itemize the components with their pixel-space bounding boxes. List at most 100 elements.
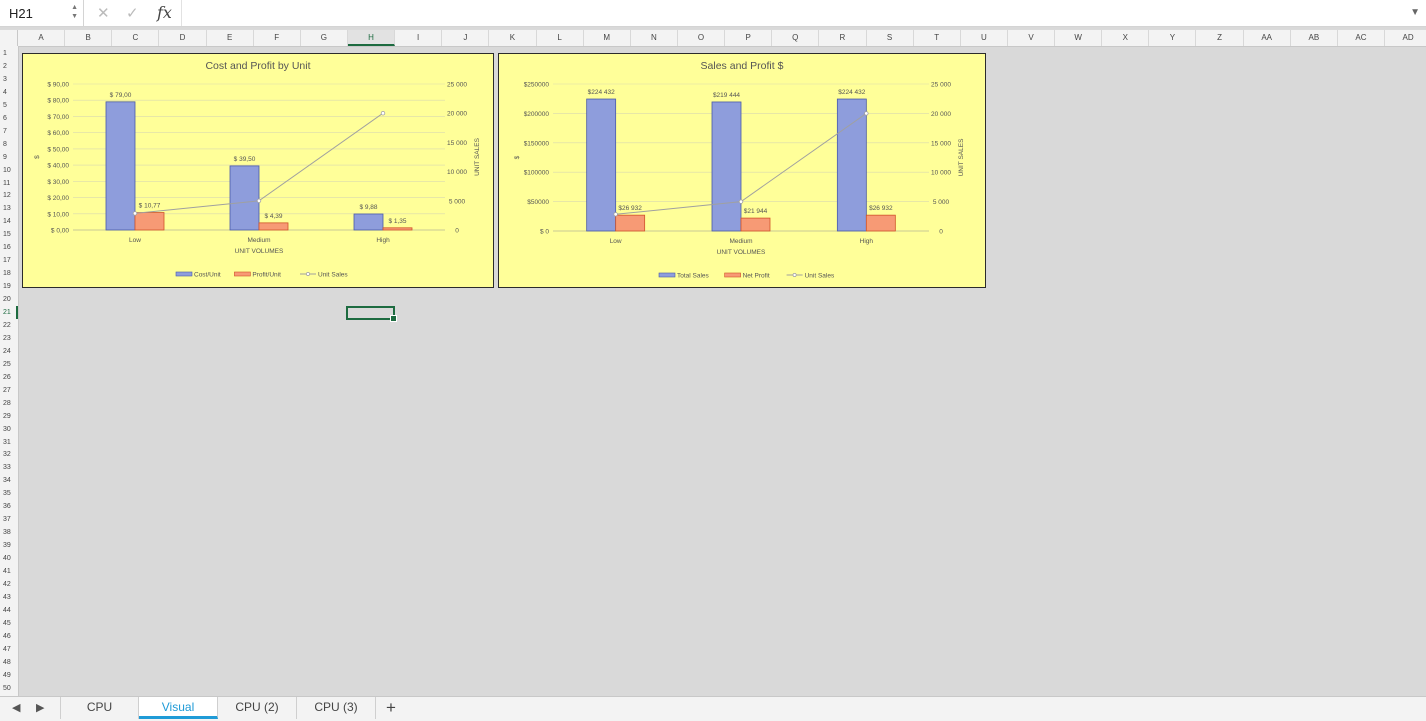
column-header-h[interactable]: H (347, 30, 396, 46)
row-header-17[interactable]: 17 (0, 254, 18, 267)
row-header-33[interactable]: 33 (0, 461, 18, 474)
row-header-30[interactable]: 30 (0, 423, 18, 436)
row-header-31[interactable]: 31 (0, 436, 18, 449)
column-header-v[interactable]: V (1008, 30, 1056, 46)
column-header-s[interactable]: S (867, 30, 914, 46)
column-header-p[interactable]: P (725, 30, 773, 46)
column-header-o[interactable]: O (678, 30, 726, 46)
column-header-q[interactable]: Q (772, 30, 820, 46)
row-header-41[interactable]: 41 (0, 565, 18, 578)
row-header-49[interactable]: 49 (0, 669, 18, 682)
row-header-15[interactable]: 15 (0, 228, 18, 241)
row-header-26[interactable]: 26 (0, 371, 18, 384)
row-header-19[interactable]: 19 (0, 280, 18, 293)
row-header-22[interactable]: 22 (0, 319, 18, 332)
row-header-7[interactable]: 7 (0, 125, 18, 138)
row-header-3[interactable]: 3 (0, 73, 18, 86)
x-axis-title: UNIT VOLUMES (717, 249, 766, 256)
fill-handle[interactable] (390, 315, 397, 322)
column-header-ac[interactable]: AC (1338, 30, 1386, 46)
column-header-a[interactable]: A (18, 30, 66, 46)
cost-profit-chart[interactable]: Cost and Profit by Unit $ 0,00 $ 10,00 $ 2… (22, 53, 494, 288)
row-header-39[interactable]: 39 (0, 539, 18, 552)
column-header-ad[interactable]: AD (1385, 30, 1426, 46)
row-header-27[interactable]: 27 (0, 384, 18, 397)
row-header-28[interactable]: 28 (0, 397, 18, 410)
row-header-45[interactable]: 45 (0, 617, 18, 630)
row-header-20[interactable]: 20 (0, 293, 18, 306)
column-header-f[interactable]: F (254, 30, 301, 46)
column-header-x[interactable]: X (1102, 30, 1150, 46)
name-box-stepper-icon[interactable]: ▲ ▼ (71, 3, 78, 21)
row-header-43[interactable]: 43 (0, 591, 18, 604)
column-header-l[interactable]: L (537, 30, 584, 46)
row-header-32[interactable]: 32 (0, 448, 18, 461)
row-header-35[interactable]: 35 (0, 487, 18, 500)
column-header-r[interactable]: R (819, 30, 867, 46)
add-sheet-button[interactable]: + (386, 698, 396, 718)
column-header-e[interactable]: E (207, 30, 254, 46)
row-header-2[interactable]: 2 (0, 60, 18, 73)
column-header-ab[interactable]: AB (1291, 30, 1338, 46)
row-header-34[interactable]: 34 (0, 474, 18, 487)
expand-formula-icon[interactable]: ▼ (1410, 7, 1420, 18)
row-header-6[interactable]: 6 (0, 112, 18, 125)
select-all-corner[interactable] (0, 30, 18, 46)
row-header-11[interactable]: 11 (0, 177, 18, 190)
prev-sheet-icon[interactable]: ◀ (12, 701, 20, 714)
column-header-t[interactable]: T (914, 30, 961, 46)
confirm-icon[interactable]: ✓ (126, 4, 139, 22)
column-header-aa[interactable]: AA (1244, 30, 1291, 46)
row-header-50[interactable]: 50 (0, 682, 18, 695)
row-header-10[interactable]: 10 (0, 164, 18, 177)
row-header-47[interactable]: 47 (0, 643, 18, 656)
column-header-g[interactable]: G (301, 30, 348, 46)
sheet-tab-cpu[interactable]: CPU (60, 697, 139, 719)
column-header-z[interactable]: Z (1197, 30, 1244, 46)
row-header-1[interactable]: 1 (0, 47, 18, 60)
column-header-u[interactable]: U (961, 30, 1008, 46)
row-header-16[interactable]: 16 (0, 241, 18, 254)
name-box[interactable]: H21 ▲ ▼ (0, 0, 84, 26)
insert-function-icon[interactable]: fx (157, 3, 172, 22)
row-header-12[interactable]: 12 (0, 189, 18, 202)
column-header-w[interactable]: W (1055, 30, 1103, 46)
column-header-y[interactable]: Y (1149, 30, 1197, 46)
row-header-46[interactable]: 46 (0, 630, 18, 643)
column-header-j[interactable]: J (442, 30, 490, 46)
cancel-icon[interactable]: ✕ (97, 4, 110, 22)
sheet-tab-cpu-2[interactable]: CPU (2) (218, 697, 297, 719)
row-header-24[interactable]: 24 (0, 345, 18, 358)
row-header-40[interactable]: 40 (0, 552, 18, 565)
row-header-23[interactable]: 23 (0, 332, 18, 345)
sheet-tab-visual[interactable]: Visual (139, 697, 218, 719)
column-header-c[interactable]: C (112, 30, 160, 46)
column-header-d[interactable]: D (159, 30, 207, 46)
row-header-5[interactable]: 5 (0, 99, 18, 112)
column-header-m[interactable]: M (584, 30, 631, 46)
row-header-18[interactable]: 18 (0, 267, 18, 280)
sales-profit-chart[interactable]: Sales and Profit $ $ 0 $50000 $100000 $1500… (498, 53, 986, 288)
row-header-8[interactable]: 8 (0, 138, 18, 151)
sheet-tab-cpu-3[interactable]: CPU (3) (297, 697, 376, 719)
active-cell[interactable] (346, 306, 397, 322)
row-header-25[interactable]: 25 (0, 358, 18, 371)
row-header-36[interactable]: 36 (0, 500, 18, 513)
row-header-21[interactable]: 21 (0, 306, 18, 319)
column-header-k[interactable]: K (489, 30, 537, 46)
row-header-44[interactable]: 44 (0, 604, 18, 617)
row-header-48[interactable]: 48 (0, 656, 18, 669)
next-sheet-icon[interactable]: ▶ (36, 701, 44, 714)
column-header-i[interactable]: I (395, 30, 443, 46)
column-header-n[interactable]: N (631, 30, 678, 46)
row-header-38[interactable]: 38 (0, 526, 18, 539)
row-header-14[interactable]: 14 (0, 215, 18, 228)
row-header-29[interactable]: 29 (0, 410, 18, 423)
row-header-4[interactable]: 4 (0, 86, 18, 99)
row-header-9[interactable]: 9 (0, 151, 18, 164)
formula-input[interactable] (190, 6, 1390, 20)
column-header-b[interactable]: B (65, 30, 113, 46)
row-header-37[interactable]: 37 (0, 513, 18, 526)
row-header-13[interactable]: 13 (0, 202, 18, 215)
row-header-42[interactable]: 42 (0, 578, 18, 591)
